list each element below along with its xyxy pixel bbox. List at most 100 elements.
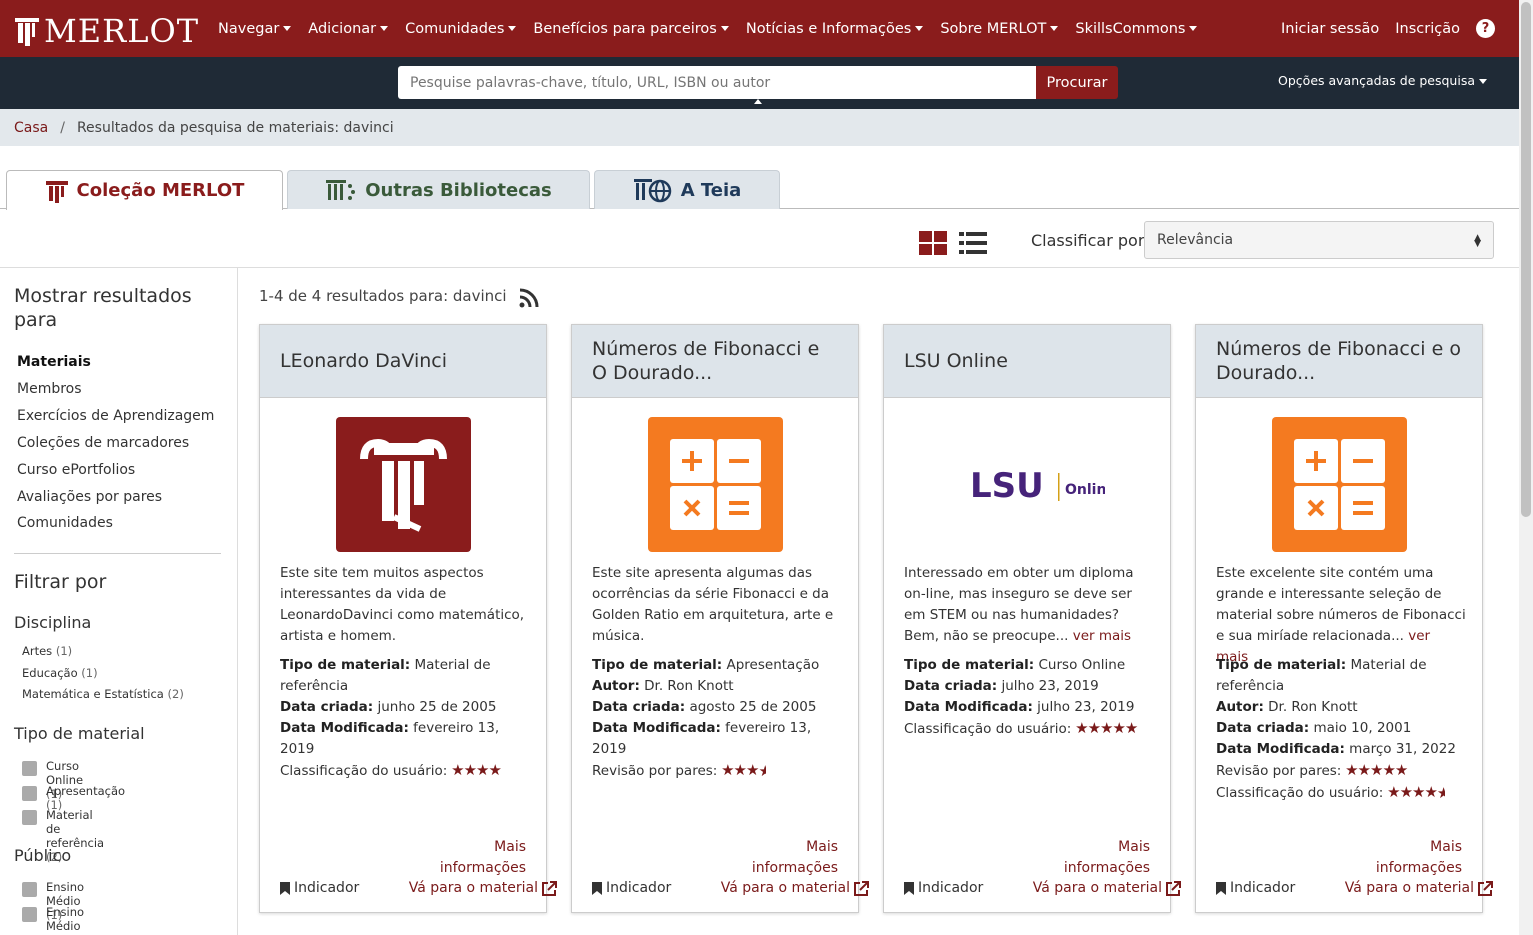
go-to-material-link[interactable]: Vá para o material (1033, 880, 1181, 896)
breadcrumb: Casa / Resultados da pesquisa de materia… (0, 109, 1519, 146)
external-link-icon (854, 880, 869, 896)
metadata-key: Tipo de material: (592, 657, 723, 673)
metadata-value: Dr. Ron Knott (1268, 699, 1358, 715)
bookmark-button[interactable]: Indicador (592, 880, 671, 896)
nav-item[interactable]: Adicionar (308, 21, 389, 37)
register-link[interactable]: Inscrição (1395, 21, 1460, 37)
more-info-link[interactable]: Mais informações (426, 837, 526, 879)
advanced-search-toggle[interactable]: Opções avançadas de pesquisa (1278, 73, 1487, 88)
tab-other-libraries[interactable]: Outras Bibliotecas (287, 170, 590, 209)
bookmark-icon (1216, 881, 1226, 895)
external-link-icon (542, 880, 557, 896)
tab-merlot-collection[interactable]: Coleção MERLOT (6, 170, 283, 210)
nav-item-label: Comunidades (405, 20, 505, 37)
rating-row: Revisão por pares: ★★★★★ (1216, 760, 1471, 782)
sort-select[interactable]: Relevância ▲ ▼ (1144, 221, 1494, 259)
grid-view-icon[interactable] (919, 231, 947, 255)
more-info-link[interactable]: Mais informações (738, 837, 838, 879)
login-link[interactable]: Iniciar sessão (1281, 21, 1379, 37)
metadata-key: Autor: (1216, 699, 1264, 715)
star-rating-icon: ★★★★ (717, 761, 767, 780)
checkbox[interactable] (22, 882, 37, 897)
see-more-link[interactable]: ver mais (1073, 628, 1131, 644)
nav-item-label: Navegar (218, 20, 280, 37)
metadata-row: Data Modificada: março 31, 2022 (1216, 739, 1471, 760)
breadcrumb-home[interactable]: Casa (14, 120, 48, 136)
svg-text:Online: Online (1065, 482, 1105, 498)
results-toolbar: Classificar por Relevância ▲ ▼ (0, 209, 1519, 268)
go-to-material-link[interactable]: Vá para o material (721, 880, 869, 896)
checkbox[interactable] (22, 761, 37, 776)
checkbox[interactable] (22, 907, 37, 922)
bookmark-icon (280, 881, 290, 895)
metadata-key: Tipo de material: (904, 657, 1035, 673)
metadata-key: Data Modificada: (1216, 741, 1345, 757)
metadata-key: Data criada: (592, 699, 686, 715)
calculator-thumbnail[interactable] (1272, 417, 1407, 552)
rating-label: Revisão por pares: (1216, 763, 1342, 779)
go-to-material-label: Vá para o material (1344, 880, 1474, 896)
show-item[interactable]: Membros (17, 381, 82, 397)
checkbox[interactable] (22, 810, 37, 825)
show-item[interactable]: Exercícios de Aprendizagem (17, 408, 214, 424)
scrollbar-thumb[interactable] (1521, 2, 1531, 517)
nav-item[interactable]: Comunidades (405, 20, 517, 37)
nav-item[interactable]: Notícias e Informações (746, 21, 924, 37)
bookmark-button[interactable]: Indicador (1216, 880, 1295, 896)
filter-label: Educação (22, 666, 78, 680)
card-title[interactable]: Números de Fibonacci e o Dourado... (1196, 325, 1482, 398)
top-navbar: MERLOT Navegar Adicionar Comunidades Benefí… (0, 0, 1519, 57)
go-to-material-link[interactable]: Vá para o material (409, 880, 557, 896)
filter-count: (1) (55, 644, 73, 658)
discipline-filter[interactable]: Educação (1) (22, 666, 98, 680)
nav-item-label: Sobre MERLOT (940, 20, 1047, 37)
card-title[interactable]: LSU Online (884, 325, 1170, 398)
merlot-logo[interactable]: MERLOT (14, 12, 199, 50)
discipline-filter[interactable]: Matemática e Estatística (2) (22, 687, 184, 701)
rss-icon[interactable] (519, 288, 539, 308)
library-columns-icon (326, 180, 356, 200)
nav-item[interactable]: Sobre MERLOT (940, 20, 1059, 37)
list-view-icon[interactable] (959, 231, 987, 255)
card-title[interactable]: LEonardo DaVinci (260, 325, 546, 398)
discipline-filter[interactable]: Artes (1) (22, 644, 72, 658)
go-to-material-link[interactable]: Vá para o material (1345, 880, 1493, 896)
star-rating-icon: ★★★★★ (1071, 719, 1138, 737)
bookmark-button[interactable]: Indicador (280, 880, 359, 896)
checkbox[interactable] (22, 786, 37, 801)
calculator-thumbnail[interactable] (648, 417, 783, 552)
card-title[interactable]: Números de Fibonacci e O Dourado... (572, 325, 858, 398)
metadata-value: agosto 25 de 2005 (689, 699, 817, 715)
search-button[interactable]: Procurar (1036, 66, 1118, 99)
more-info-link[interactable]: Mais informações (1362, 837, 1462, 879)
search-input[interactable] (398, 66, 1036, 99)
metadata-key: Data Modificada: (904, 699, 1033, 715)
nav-item[interactable]: Benefícios para parceiros (533, 21, 729, 37)
more-info-link[interactable]: Mais informações (1050, 837, 1150, 879)
metadata-key: Autor: (592, 678, 640, 694)
metadata-row: Data criada: junho 25 de 2005 (280, 697, 535, 718)
show-item[interactable]: Comunidades (17, 515, 113, 531)
filter-label: Matemática e Estatística (22, 687, 164, 701)
metadata-row: Tipo de material: Material de referência (280, 655, 535, 697)
tab-the-web[interactable]: A Teia (594, 170, 780, 209)
star-rating-icon: ★★★★ (447, 761, 502, 779)
chevron-down-icon (1189, 26, 1198, 31)
metadata-value: Apresentação (726, 657, 820, 673)
bookmark-button[interactable]: Indicador (904, 880, 983, 896)
lsu-online-thumbnail[interactable]: LSU Online (950, 417, 1105, 552)
metadata-key: Tipo de material: (1216, 657, 1347, 673)
results-summary: 1-4 de 4 resultados para: davinci (259, 287, 507, 305)
show-item[interactable]: Materiais (17, 354, 91, 370)
nav-item[interactable]: Navegar (218, 20, 292, 37)
show-item[interactable]: Curso ePortfolios (17, 462, 135, 478)
metadata-row: Data Modificada: fevereiro 13, 2019 (280, 718, 535, 760)
select-arrows-icon: ▲ ▼ (1474, 233, 1481, 249)
card-metadata: Tipo de material: Curso Online Data criad… (904, 655, 1159, 740)
show-item[interactable]: Coleções de marcadores (17, 435, 189, 451)
nav-item[interactable]: SkillsCommons (1075, 21, 1198, 37)
merlot-column-thumbnail[interactable] (336, 417, 471, 552)
show-item[interactable]: Avaliações por pares (17, 489, 162, 505)
help-icon[interactable]: ? (1476, 19, 1495, 38)
rating-row: Revisão por pares: ★★★★ (592, 760, 847, 782)
